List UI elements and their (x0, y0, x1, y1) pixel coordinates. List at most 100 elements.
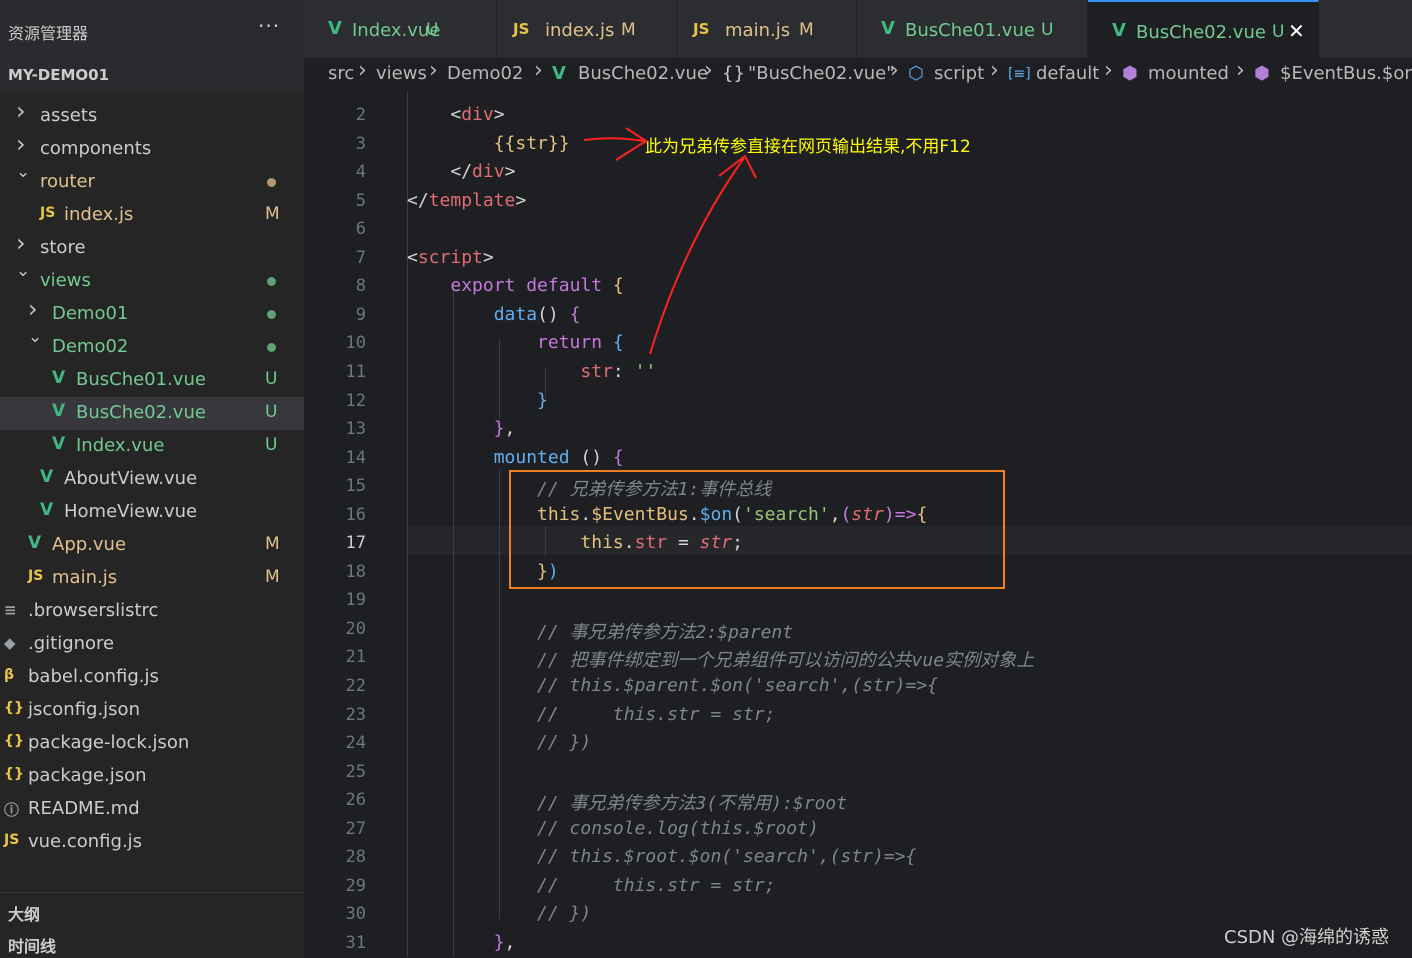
close-icon[interactable]: ✕ (1288, 19, 1305, 43)
chevron-right-icon[interactable]: › (28, 295, 38, 323)
tree-item[interactable]: V BusChe01.vue U (0, 364, 304, 397)
tree-item[interactable]: ◆ .gitignore (0, 628, 304, 661)
vue-icon: V (28, 533, 42, 553)
tree-item[interactable]: JS vue.config.js (0, 826, 304, 859)
tree-item[interactable]: β babel.config.js (0, 661, 304, 694)
tab-busche02-vue[interactable]: V BusChe02.vue U ✕ (1088, 0, 1319, 58)
tab-label: index.js (545, 20, 615, 41)
breadcrumb-item[interactable]: views (376, 63, 427, 84)
code-token: export default (450, 275, 613, 297)
code-token: str (851, 503, 884, 525)
tree-item[interactable]: V App.vue M (0, 529, 304, 562)
tree-item[interactable]: ≡ .browserslistrc (0, 595, 304, 628)
tree-item[interactable]: › components (0, 130, 304, 166)
tree-item[interactable]: › store (0, 229, 304, 265)
chevron-down-icon[interactable]: ⌄ (16, 261, 30, 281)
breadcrumb-item[interactable]: "BusChe02.vue" (748, 63, 895, 84)
tree-item[interactable]: › Demo01 (0, 295, 304, 331)
tree-item[interactable]: {} package-lock.json (0, 727, 304, 760)
tab-status-badge: U (426, 20, 439, 40)
tree-item[interactable]: ⓘ README.md (0, 793, 304, 826)
method-icon: ⬢ (1254, 63, 1270, 84)
code-token: } (537, 389, 548, 411)
cube-icon: ⬡ (908, 63, 924, 84)
code-token: data (493, 303, 538, 325)
breadcrumb-item[interactable]: Demo02 (447, 63, 523, 84)
arrow-to-str-head (615, 127, 648, 161)
code-line: // this.str = str; (407, 704, 775, 725)
js-icon: JS (4, 832, 20, 848)
chevron-right-icon[interactable]: › (16, 130, 26, 158)
tab-index-vue[interactable]: V Index.vue U (304, 0, 497, 58)
tree-item[interactable]: JS index.js M (0, 199, 304, 232)
code-token: { (569, 303, 581, 325)
line-number: 15 (345, 476, 366, 497)
chevron-right-icon[interactable]: › (16, 229, 26, 257)
tree-item[interactable]: ⌄ Demo02 (0, 327, 304, 364)
code-token: // 事兄弟传参方法2:$parent (537, 621, 794, 643)
outline-section[interactable]: 大纲 (8, 901, 40, 925)
annotation-text: 此为兄弟传参直接在网页输出结果,不用F12 (645, 137, 971, 157)
status-badge: M (265, 534, 280, 554)
tree-item[interactable]: V AboutView.vue (0, 463, 304, 496)
tab-busche01-vue[interactable]: V BusChe01.vue U (857, 0, 1088, 58)
code-token: </ (450, 161, 473, 183)
code-token: < (407, 246, 418, 268)
project-header[interactable]: MY-DEMO01 (0, 58, 304, 92)
timeline-section[interactable]: 时间线 (8, 933, 56, 957)
tree-item[interactable]: V Index.vue U (0, 430, 304, 463)
tree-item-label: HomeView.vue (64, 501, 198, 522)
tab-index-js[interactable]: JS index.js M (497, 0, 677, 58)
tree-item[interactable]: › assets (0, 97, 304, 133)
js-icon: JS (40, 205, 56, 221)
chevron-down-icon[interactable]: ⌄ (16, 162, 30, 182)
tree-item[interactable]: ⌄ router (0, 162, 304, 199)
tab-status-badge: M (621, 20, 636, 40)
tree-item-label: assets (40, 105, 98, 126)
code-line: // this.$parent.$on('search',(str)=>{ (407, 675, 938, 696)
vue-icon: V (552, 63, 566, 84)
tree-item[interactable]: ⌄ views (0, 261, 304, 298)
breadcrumb-item[interactable]: $EventBus.$on( (1280, 63, 1412, 84)
line-number: 12 (345, 390, 366, 411)
arrow-from-return-head (718, 154, 757, 179)
more-actions-icon[interactable]: ··· (258, 14, 280, 38)
tree-item[interactable]: JS main.js M (0, 562, 304, 595)
tree-item[interactable]: V HomeView.vue (0, 496, 304, 529)
code-editor[interactable]: 此为兄弟传参直接在网页输出结果,不用F12 CSDN @海绵的诱惑 2 <div… (304, 92, 1412, 957)
breadcrumb-item[interactable]: script (934, 63, 984, 84)
code-token: . (688, 503, 700, 525)
breadcrumb-item[interactable]: default (1036, 63, 1099, 84)
line-number: 26 (345, 790, 366, 811)
chevron-down-icon[interactable]: ⌄ (28, 327, 42, 347)
info-icon: ⓘ (4, 801, 20, 819)
tab-main-js[interactable]: JS main.js M (677, 0, 857, 58)
code-line: return { (407, 332, 624, 353)
code-token: } (493, 418, 505, 440)
chevron-right-icon[interactable]: › (16, 97, 26, 125)
tree-item[interactable]: {} jsconfig.json (0, 694, 304, 727)
js-icon: JS (513, 20, 530, 38)
tree-item[interactable]: {} package.json (0, 760, 304, 793)
line-number: 25 (345, 761, 366, 782)
chevron-right-icon: › (429, 58, 438, 83)
tree-item[interactable]: V BusChe02.vue U (0, 397, 304, 430)
code-token: { (916, 503, 928, 525)
babel-icon: β (4, 667, 15, 683)
breadcrumb-item[interactable]: BusChe02.vue (578, 63, 708, 84)
code-token: this (537, 503, 581, 525)
code-token: 'search' (743, 503, 830, 525)
tree-item-label: store (40, 237, 86, 258)
breadcrumb-item[interactable]: mounted (1148, 63, 1229, 84)
code-line: </template> (407, 190, 526, 211)
breadcrumb: src › views › Demo02 › V BusChe02.vue ›{} "BusChe… (304, 58, 1412, 92)
breadcrumb-item[interactable]: src (328, 63, 354, 84)
code-token: , (504, 418, 516, 440)
